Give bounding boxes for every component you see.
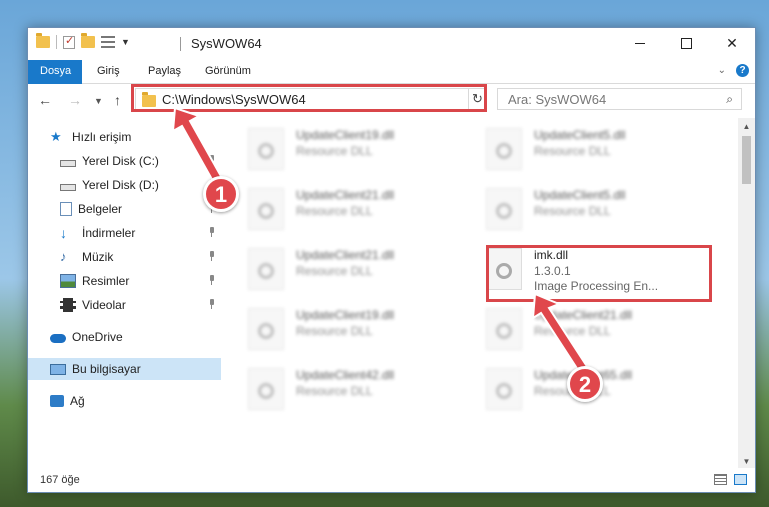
callout-marker-2: 2 [567,366,603,402]
annotation-arrows [171,106,590,375]
arrow-2 [531,292,590,375]
callout-marker-1: 1 [203,176,239,212]
arrow-1 [171,106,224,185]
